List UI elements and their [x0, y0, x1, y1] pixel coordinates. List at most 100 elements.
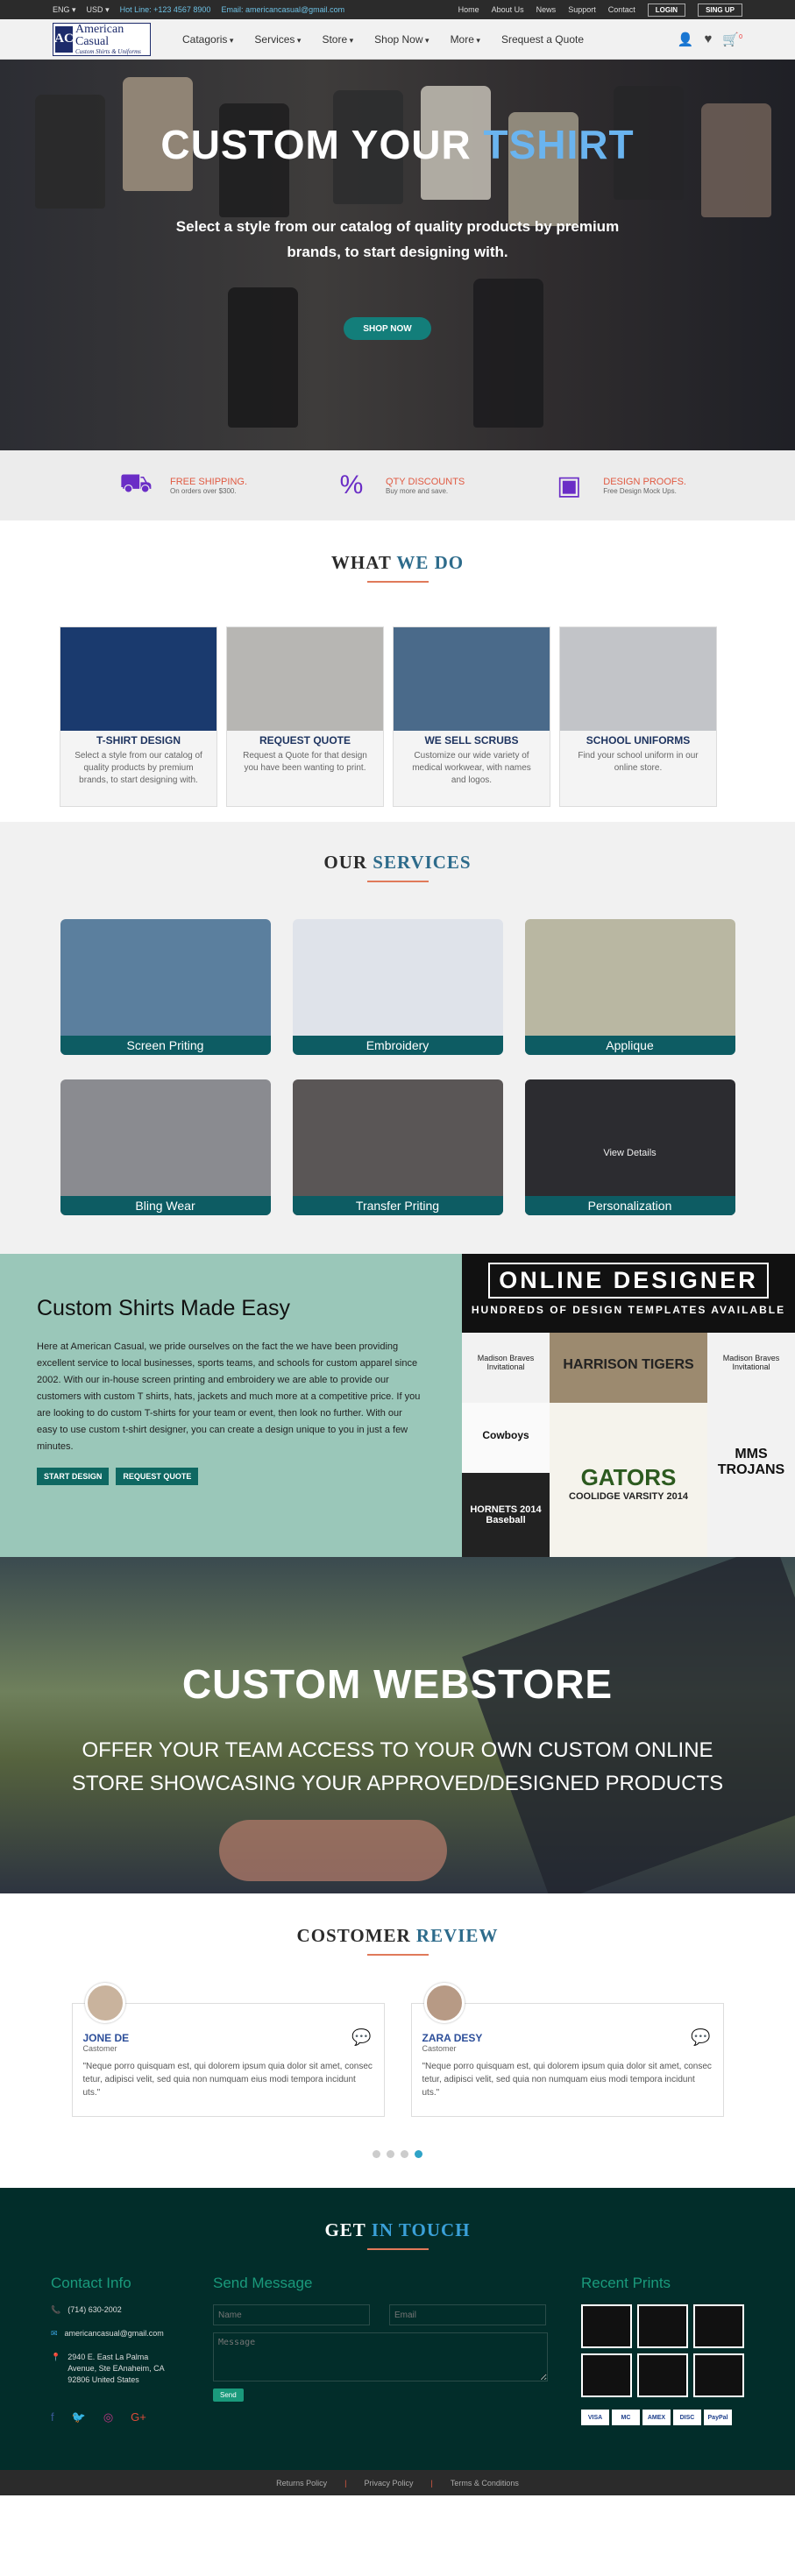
carousel-dots: [0, 2150, 795, 2158]
carousel-dot[interactable]: [401, 2150, 408, 2158]
menu-store[interactable]: Store: [322, 33, 353, 46]
proof-icon: ▣: [557, 471, 582, 500]
chat-icon: 💬: [351, 2028, 372, 2046]
feature-proofs: ▣ DESIGN PROOFS. Free Design Mock Ups.: [542, 466, 686, 505]
section-title: WHAT WE DO: [330, 552, 465, 573]
webstore-text: OFFER YOUR TEAM ACCESS TO YOUR OWN CUSTO…: [71, 1738, 724, 1795]
menu-request-quote[interactable]: Srequest a Quote: [501, 33, 584, 46]
print-thumbnail[interactable]: [581, 2304, 632, 2348]
toplink-support[interactable]: Support: [568, 5, 596, 14]
review-card: 💬 JONE DE Castomer "Neque porro quisquam…: [71, 1983, 385, 2117]
mastercard-icon: MC: [612, 2410, 640, 2425]
privacy-policy-link[interactable]: Privacy Policy: [364, 2479, 413, 2488]
carousel-dot[interactable]: [387, 2150, 394, 2158]
login-button[interactable]: LOGIN: [647, 3, 686, 17]
service-applique[interactable]: Applique: [524, 919, 735, 1055]
facebook-icon[interactable]: f: [51, 2410, 54, 2424]
bottom-bar: Returns Policy | Privacy Policy | Terms & …: [0, 2470, 795, 2495]
mail-icon: ✉: [51, 2329, 58, 2338]
logo-title: American Casual: [75, 22, 124, 48]
card-image: [394, 627, 550, 731]
custom-shirts-section: Custom Shirts Made Easy Here at American…: [0, 1254, 795, 1557]
card-scrubs[interactable]: WE SELL SCRUBS Customize our wide variety…: [393, 626, 550, 807]
language-select[interactable]: ENG ▾: [53, 5, 76, 15]
main-nav: AC American Casual Custom Shirts & Unifor…: [0, 19, 795, 60]
logo[interactable]: AC American Casual Custom Shirts & Unifor…: [53, 22, 151, 56]
cart-icon[interactable]: 🛒0: [722, 32, 742, 47]
heart-icon[interactable]: ♥: [705, 32, 713, 47]
truck-icon: ⛟: [119, 469, 153, 498]
services-section: OUR SERVICES Screen Priting Embroidery A…: [0, 822, 795, 1254]
avatar: [84, 1983, 125, 2023]
chat-icon: 💬: [691, 2028, 711, 2046]
service-transfer-printing[interactable]: Transfer Priting: [292, 1079, 503, 1215]
signup-button[interactable]: SING UP: [698, 3, 742, 17]
menu-catagoris[interactable]: Catagoris: [182, 33, 233, 46]
contact-info-title: Contact Info: [51, 2275, 131, 2291]
amex-icon: AMEX: [642, 2410, 671, 2425]
print-thumbnail[interactable]: [693, 2304, 744, 2348]
percent-icon: %: [339, 471, 364, 499]
menu-more[interactable]: More: [451, 33, 480, 46]
print-thumbnail[interactable]: [637, 2353, 688, 2397]
hero-banner: CUSTOM YOUR TSHIRT Select a style from o…: [0, 60, 795, 450]
easy-title: Custom Shirts Made Easy: [37, 1296, 290, 1320]
hotline: Hot Line: +123 4567 8900: [119, 5, 211, 14]
logo-subtitle: Custom Shirts & Uniforms: [75, 47, 141, 55]
toplink-news[interactable]: News: [536, 5, 557, 14]
carousel-dot[interactable]: [373, 2150, 380, 2158]
webstore-banner: CUSTOM WEBSTORE OFFER YOUR TEAM ACCESS T…: [0, 1557, 795, 1893]
webstore-title: CUSTOM WEBSTORE: [181, 1661, 614, 1707]
print-thumbnail[interactable]: [637, 2304, 688, 2348]
service-personalization[interactable]: View Details Personalization: [524, 1079, 735, 1215]
phone[interactable]: (714) 630-2002: [67, 2304, 122, 2316]
returns-policy-link[interactable]: Returns Policy: [276, 2479, 327, 2488]
recent-prints-title: Recent Prints: [581, 2275, 671, 2291]
toplink-about[interactable]: About Us: [492, 5, 524, 14]
card-request-quote[interactable]: REQUEST QUOTE Request a Quote for that de…: [226, 626, 384, 807]
send-button[interactable]: Send: [213, 2388, 244, 2402]
user-icon[interactable]: 👤: [678, 32, 694, 47]
card-school-uniforms[interactable]: SCHOOL UNIFORMS Find your school uniform …: [559, 626, 717, 807]
what-we-do-section: WHAT WE DO T-SHIRT DESIGN Select a style …: [0, 520, 795, 822]
email-field[interactable]: [389, 2304, 546, 2325]
online-designer-banner: ONLINE DESIGNER HUNDREDS OF DESIGN TEMPLA…: [462, 1254, 795, 1557]
instagram-icon[interactable]: ◎: [103, 2410, 113, 2424]
card-tshirt-design[interactable]: T-SHIRT DESIGN Select a style from our ca…: [60, 626, 217, 807]
phone-icon: 📞: [51, 2305, 61, 2314]
discover-icon: DISC: [673, 2410, 701, 2425]
section-title: GET IN TOUCH: [324, 2219, 471, 2240]
currency-select[interactable]: USD ▾: [87, 5, 110, 15]
menu-services[interactable]: Services: [254, 33, 301, 46]
email[interactable]: americancasual@gmail.com: [65, 2328, 164, 2339]
hero-text: Select a style from our catalog of quali…: [175, 218, 620, 260]
google-plus-icon[interactable]: G+: [131, 2410, 146, 2424]
terms-link[interactable]: Terms & Conditions: [451, 2479, 519, 2488]
request-quote-button[interactable]: REQUEST QUOTE: [116, 1468, 199, 1485]
email-contact[interactable]: Email: americancasual@gmail.com: [221, 5, 344, 14]
recent-prints-grid: [581, 2304, 744, 2397]
service-bling-wear[interactable]: Bling Wear: [60, 1079, 271, 1215]
menu-shop-now[interactable]: Shop Now: [374, 33, 429, 46]
print-thumbnail[interactable]: [581, 2353, 632, 2397]
menu: Catagoris Services Store Shop Now More S…: [182, 33, 584, 46]
message-field[interactable]: [213, 2332, 548, 2381]
name-field[interactable]: [213, 2304, 370, 2325]
view-details-link[interactable]: View Details: [525, 1148, 735, 1158]
toplink-contact[interactable]: Contact: [608, 5, 635, 14]
carousel-dot-active[interactable]: [415, 2150, 422, 2158]
send-message-title: Send Message: [213, 2275, 313, 2291]
toplink-home[interactable]: Home: [458, 5, 479, 14]
hero-title: CUSTOM YOUR TSHIRT: [160, 122, 635, 167]
reviews-section: COSTOMER REVIEW 💬 JONE DE Castomer "Nequ…: [0, 1893, 795, 2188]
cart-count: 0: [739, 33, 742, 40]
start-design-button[interactable]: START DESIGN: [37, 1468, 110, 1485]
top-bar: ENG ▾ USD ▾ Hot Line: +123 4567 8900 Ema…: [0, 0, 795, 19]
twitter-icon[interactable]: 🐦: [72, 2410, 86, 2424]
shop-now-button[interactable]: SHOP NOW: [344, 317, 431, 340]
address: 2940 E. East La Palma Avenue, Ste EAnahe…: [67, 2353, 165, 2384]
service-screen-printing[interactable]: Screen Priting: [60, 919, 271, 1055]
service-embroidery[interactable]: Embroidery: [292, 919, 503, 1055]
feature-shipping: ⛟ FREE SHIPPING. On orders over $300.: [109, 466, 247, 505]
print-thumbnail[interactable]: [693, 2353, 744, 2397]
